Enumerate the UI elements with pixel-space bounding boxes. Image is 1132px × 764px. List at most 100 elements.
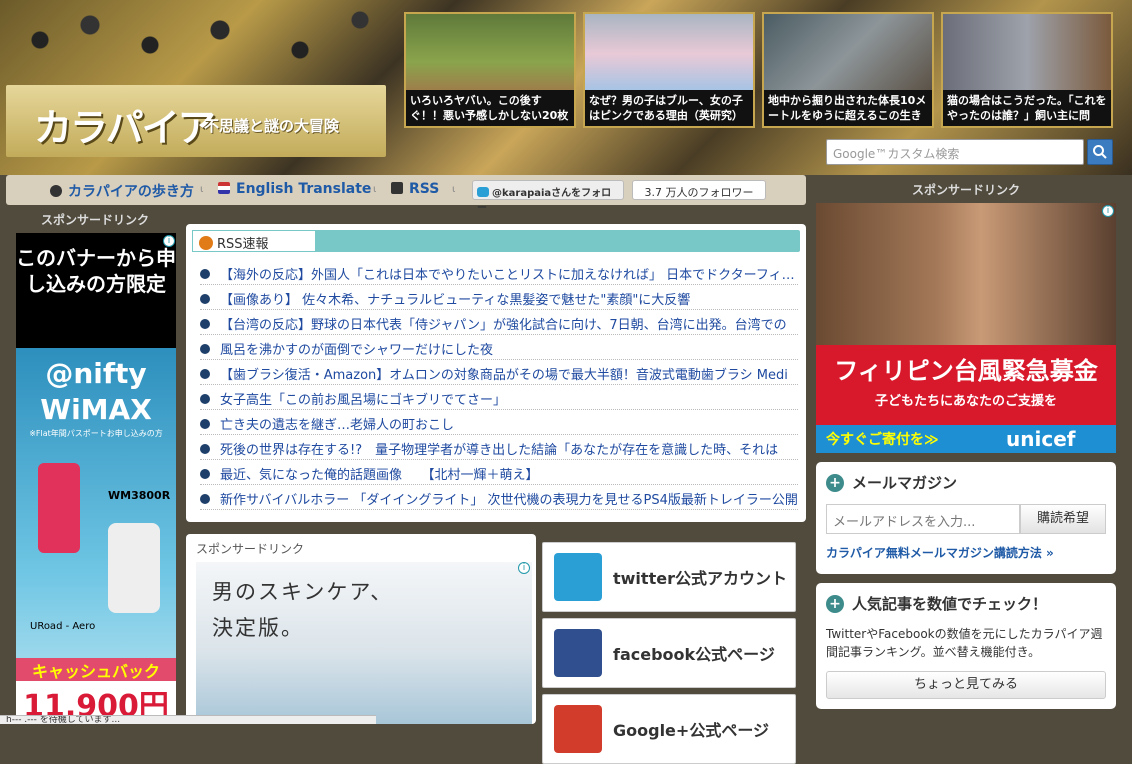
featured-caption[interactable]: なぜ？男の子はブルー、女の子はピンクである理由（英研究） [585, 90, 753, 126]
bullet-icon [200, 419, 210, 429]
ad-cashback: キャッシュバック [16, 658, 176, 682]
right-sidebar: スポンサードリンク i フィリピン台風緊急募金 子どもたちにあなたのご支援を 今… [816, 175, 1132, 724]
social-label: Google+公式ページ [613, 721, 769, 740]
rss-panel: RSS速報 【海外の反応】外国人「これは日本でやりたいことリストに加えなければ」… [186, 224, 806, 522]
bullet-icon [200, 444, 210, 454]
featured-caption[interactable]: 猫の場合はこうだった。「これをやったのは誰？」飼い主に問 [943, 90, 1111, 126]
mail-magazine-panel: + メールマガジン メールアドレスを入力... 購読希望 カラパイア無料メールマガ… [816, 462, 1116, 574]
featured-article[interactable]: 猫の場合はこうだった。「これをやったのは誰？」飼い主に問 [941, 12, 1113, 128]
rss-title: RSS速報 [217, 237, 269, 252]
search-button[interactable] [1087, 139, 1113, 165]
nav-label: English Translate [236, 181, 372, 197]
featured-thumbnail [585, 14, 753, 94]
globe-icon [50, 185, 62, 197]
unicef-ad[interactable]: i フィリピン台風緊急募金 子どもたちにあなたのご支援を 今すぐご寄付を≫ un… [816, 203, 1116, 453]
twitter-follow-label: @karapaiaさんをフォロー [477, 188, 612, 214]
bullet-icon [200, 319, 210, 329]
panel-title: + 人気記事を数値でチェック！ [826, 593, 1047, 614]
ad-info-icon[interactable]: i [163, 235, 175, 247]
featured-article[interactable]: なぜ？男の子はブルー、女の子はピンクである理由（英研究） [583, 12, 755, 128]
email-field[interactable]: メールアドレスを入力... [826, 504, 1020, 534]
nav-separator: ι [373, 184, 377, 195]
featured-thumbnail [406, 14, 574, 94]
subscribe-info-link[interactable]: カラパイア無料メールマガジン講読方法 » [826, 544, 1054, 561]
social-label: facebook公式ページ [613, 645, 775, 664]
left-banner-ad[interactable]: i このバナーから申し込みの方限定 @nifty WiMAX ※Flat年間パス… [16, 233, 176, 724]
plus-icon: + [826, 595, 844, 613]
plus-icon: + [826, 474, 844, 492]
rss-item[interactable]: 【海外の反応】外国人「これは日本でやりたいことリストに加えなければ」 日本でドク… [200, 260, 798, 285]
left-sidebar: スポンサードリンク i このバナーから申し込みの方限定 @nifty WiMAX… [6, 205, 184, 724]
facebook-link[interactable]: facebook公式ページ [542, 618, 796, 688]
bullet-icon [200, 369, 210, 379]
rss-icon [199, 236, 213, 250]
bullet-icon [200, 394, 210, 404]
rss-item[interactable]: 最近、気になった俺的話題画像 【北村一輝＋萌え】 [200, 460, 798, 485]
ad-model: WM3800R [108, 489, 171, 502]
twitter-bird-icon [477, 187, 489, 197]
browser-status-bar: h--- .--- を待機しています... [0, 715, 376, 724]
ad-photo [816, 203, 1116, 345]
sponsor-label: スポンサードリンク [196, 542, 305, 556]
rss-item[interactable]: 死後の世界は存在する!? 量子物理学者が導き出した結論「あなたが存在を意識した時… [200, 435, 798, 460]
rss-item[interactable]: 女子高生「この前お風呂場にゴキブリでてさー」 [200, 385, 798, 410]
nav-item-rss[interactable]: RSS [391, 181, 439, 197]
featured-caption[interactable]: いろいろヤバい。この後すぐ！！悪い予感しかしない20枚 [406, 90, 574, 126]
nav-item-guide[interactable]: カラパイアの歩き方 [50, 181, 194, 201]
ad-uroad: URoad - Aero [30, 621, 96, 632]
ad-copy: 男のスキンケア、 決定版。 [212, 580, 394, 640]
bullet-icon [200, 469, 210, 479]
twitter-icon [554, 553, 602, 601]
nav-separator: ι [200, 184, 204, 195]
nav-label: RSS [409, 181, 440, 197]
search-input[interactable]: Google™カスタム検索 [826, 139, 1084, 165]
magnifier-icon [1093, 145, 1107, 159]
google-plus-link[interactable]: Google+公式ページ [542, 694, 796, 764]
nav-label: カラパイアの歩き方 [68, 184, 194, 200]
nav-item-english[interactable]: English Translate [218, 181, 371, 197]
rss-tab[interactable]: RSS速報 [192, 230, 316, 252]
rss-item[interactable]: 亡き夫の遺志を継ぎ…老婦人の町おこし [200, 410, 798, 435]
site-header: カラパイア 不思議と謎の大冒険 いろいろヤバい。この後すぐ！！悪い予感しかしない… [0, 0, 1132, 175]
bullet-icon [200, 269, 210, 279]
panel-title: + メールマガジン [826, 472, 957, 493]
twitter-link[interactable]: twitter公式アカウント [542, 542, 796, 612]
featured-article[interactable]: いろいろヤバい。この後すぐ！！悪い予感しかしない20枚 [404, 12, 576, 128]
rss-list: 【海外の反応】外国人「これは日本でやりたいことリストに加えなければ」 日本でドク… [200, 260, 798, 510]
ad-cta[interactable]: 今すぐご寄付を≫ [826, 429, 939, 449]
twitter-follow-button[interactable]: @karapaiaさんをフォロー [472, 180, 624, 214]
subscribe-button[interactable]: 購読希望 [1020, 504, 1106, 534]
sponsor-label: スポンサードリンク [911, 183, 1020, 197]
view-ranking-button[interactable]: ちょっと見てみる [826, 671, 1106, 699]
cradle-image [108, 523, 160, 613]
ad-brand: @nifty WiMAX [40, 357, 152, 426]
featured-article[interactable]: 地中から掘り出された体長10メートルをゆうに超えるこの生き [762, 12, 934, 128]
nav-separator: ι [452, 184, 456, 195]
top-navigation: カラパイアの歩き方 ι English Translate ι RSS ι @k… [6, 175, 806, 214]
ad-headline: このバナーから申し込みの方限定 [16, 233, 176, 348]
ad-subline: 子どもたちにあなたのご支援を [874, 394, 1057, 409]
google-plus-icon [554, 705, 602, 753]
featured-thumbnail [943, 14, 1111, 94]
ad-image: 男のスキンケア、 決定版。 [196, 562, 532, 724]
sponsor-label: スポンサードリンク [40, 213, 149, 227]
flag-icon [218, 182, 230, 194]
social-label: twitter公式アカウント [613, 569, 787, 588]
skincare-ad[interactable]: スポンサードリンク 男のスキンケア、 決定版。 i [186, 534, 536, 724]
ad-info-icon[interactable]: i [518, 562, 530, 574]
twitter-follower-count: 3.7 万人のフォロワー [632, 180, 766, 200]
rss-item[interactable]: 【画像あり】 佐々木希、ナチュラルビューティな黒髪姿で魅せた"素顔"に大反響 [200, 285, 798, 310]
rss-item[interactable]: 【歯ブラシ復活・Amazon】オムロンの対象商品がその場で最大半額！音波式電動歯… [200, 360, 798, 385]
featured-caption[interactable]: 地中から掘り出された体長10メートルをゆうに超えるこの生き [764, 90, 932, 126]
ad-headline: フィリピン台風緊急募金 [834, 357, 1098, 385]
rss-item[interactable]: 【台湾の反応】野球の日本代表「侍ジャパン」が強化試合に向け、7日朝、台湾に出発。… [200, 310, 798, 335]
site-logo[interactable]: カラパイア [34, 97, 216, 152]
ad-info-icon[interactable]: i [1102, 205, 1114, 217]
ranking-description: TwitterやFacebookの数値を元にしたカラパイア週間記事ランキング。並… [826, 627, 1103, 659]
bullet-icon [200, 344, 210, 354]
facebook-icon [554, 629, 602, 677]
rss-item[interactable]: 風呂を沸かすのが面倒でシャワーだけにした夜 [200, 335, 798, 360]
rss-item[interactable]: 新作サバイバルホラー 「ダイイングライト」 次世代機の表現力を見せるPS4版最新… [200, 485, 798, 510]
logo-banner[interactable]: カラパイア 不思議と謎の大冒険 [6, 85, 386, 157]
featured-thumbnail [764, 14, 932, 94]
